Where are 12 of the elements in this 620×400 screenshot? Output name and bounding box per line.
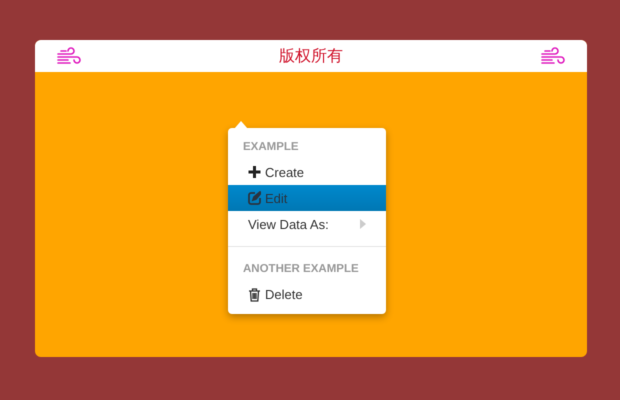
menu-item[interactable]: Delete [228, 282, 386, 308]
menu-item[interactable]: Create [228, 159, 386, 186]
wind-icon [57, 46, 81, 66]
wind-icon [541, 46, 565, 66]
plus-icon [248, 165, 261, 180]
menu-section-heading: EXAMPLE [242, 140, 300, 155]
menu-section-heading: ANOTHER EXAMPLE [242, 262, 360, 278]
page-title: 版权所有 [279, 45, 343, 67]
trash-icon [248, 288, 261, 302]
menu-item[interactable]: View Data As: [228, 211, 386, 238]
submenu-arrow-icon [360, 219, 366, 230]
edit-icon [248, 191, 261, 206]
